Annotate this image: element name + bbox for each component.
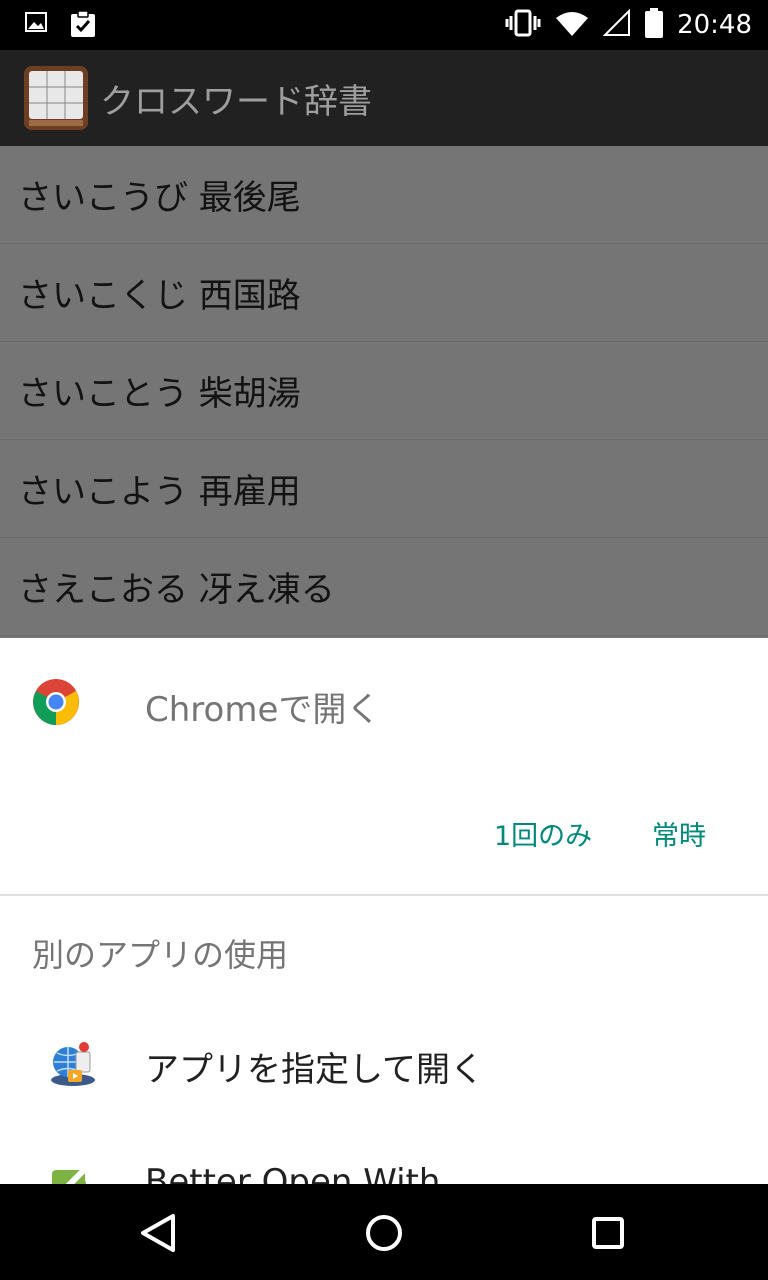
chooser-actions: 1回のみ 常時	[0, 788, 768, 868]
image-notification-icon	[24, 10, 48, 42]
navigation-bar	[0, 1184, 768, 1280]
app-title: クロスワード辞書	[100, 82, 372, 122]
list-item[interactable]: さいこよう 再雇用	[0, 440, 768, 538]
wifi-icon	[555, 10, 589, 40]
app-bar: クロスワード辞書	[0, 50, 768, 146]
app-item-open-with[interactable]: アプリを指定して開く	[0, 1008, 768, 1118]
divider	[0, 894, 768, 896]
word-list: さいこうび 最後尾 さいこくじ 西国路 さいことう 柴胡湯 さいこよう 再雇用 …	[0, 146, 768, 638]
status-bar: 20:48	[0, 0, 768, 50]
status-time: 20:48	[677, 10, 752, 40]
app-item-label: Better Open With	[145, 1162, 441, 1184]
vibrate-icon	[505, 9, 541, 41]
home-icon[interactable]	[359, 1208, 409, 1258]
other-apps-heading: 別のアプリの使用	[32, 936, 289, 974]
app-item-label: アプリを指定して開く	[145, 1050, 484, 1090]
just-once-button[interactable]: 1回のみ	[484, 806, 602, 861]
globe-app-icon	[48, 1038, 98, 1088]
list-item[interactable]: さいことう 柴胡湯	[0, 342, 768, 440]
battery-icon	[645, 8, 664, 42]
list-item[interactable]: さいこうび 最後尾	[0, 146, 768, 244]
default-app-row[interactable]: Chromeで開く	[0, 638, 768, 768]
recents-icon[interactable]	[583, 1208, 633, 1258]
list-item[interactable]: さいこくじ 西国路	[0, 244, 768, 342]
back-icon[interactable]	[134, 1208, 184, 1258]
app-logo	[24, 66, 88, 130]
clipboard-check-icon	[70, 10, 96, 42]
always-button[interactable]: 常時	[642, 806, 716, 861]
default-app-label: Chromeで開く	[145, 690, 381, 730]
app-chooser-sheet: Chromeで開く 1回のみ 常時 別のアプリの使用 アプリを指定して開く Be…	[0, 638, 768, 1184]
chrome-icon	[32, 678, 80, 726]
list-item[interactable]: さえこおる 冴え凍る	[0, 538, 768, 636]
cellular-signal-icon	[602, 8, 631, 41]
app-item-better-open-with[interactable]: Better Open With	[0, 1128, 768, 1184]
better-open-with-icon	[48, 1158, 98, 1184]
